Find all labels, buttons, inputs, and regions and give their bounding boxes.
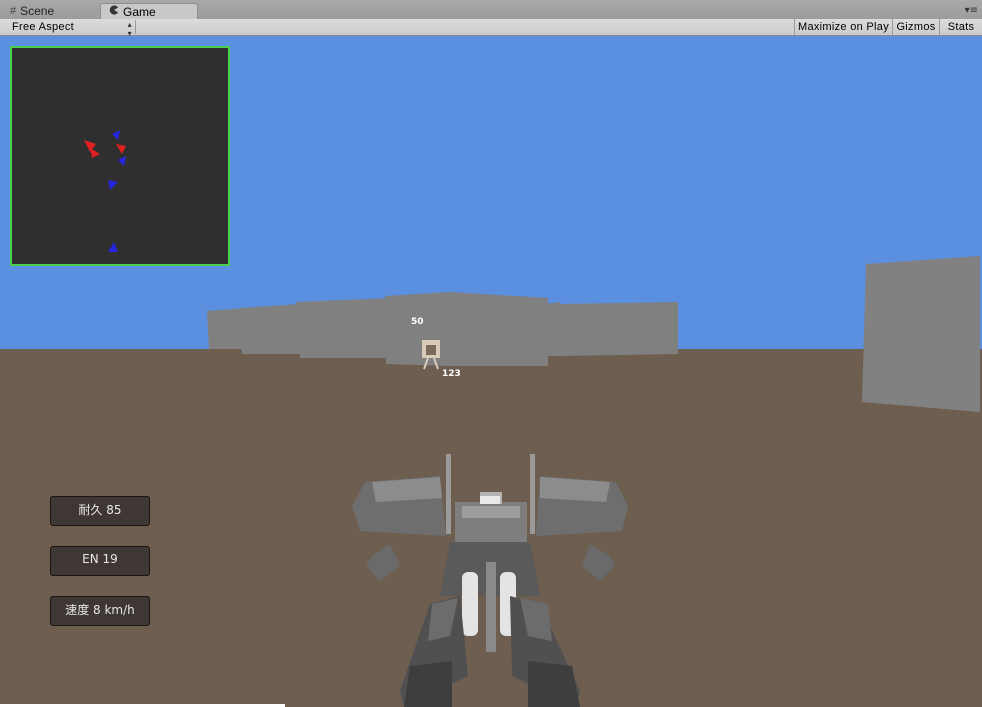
grid-icon: #	[10, 5, 17, 17]
aspect-dropdown[interactable]: Free Aspect ▴ ▾	[6, 20, 136, 38]
target-number-upper: 50	[411, 317, 424, 327]
enemy-marker-icon	[84, 140, 96, 152]
target-number-lower: 123	[442, 369, 461, 379]
near-wall-block	[862, 256, 980, 412]
ally-marker-icon	[118, 156, 126, 166]
energy-label: EN 19	[50, 546, 150, 576]
maximize-on-play-button[interactable]: Maximize on Play	[794, 19, 892, 35]
player-mech	[352, 454, 628, 707]
tab-scene[interactable]: # Scene	[2, 3, 98, 19]
ally-marker-icon	[112, 130, 120, 140]
ally-marker-icon	[108, 242, 118, 252]
tab-game-label: Game	[123, 4, 156, 19]
distant-walls	[207, 292, 678, 366]
panel-menu-icon[interactable]: ▾≡	[965, 5, 978, 16]
pacman-icon	[109, 5, 119, 18]
stats-button[interactable]: Stats	[939, 19, 982, 35]
minimap	[10, 46, 230, 266]
durability-label: 耐久 85	[50, 496, 150, 526]
tab-scene-label: Scene	[20, 4, 55, 18]
gizmos-button[interactable]: Gizmos	[892, 19, 939, 35]
minimap-markers	[84, 130, 126, 252]
game-viewport[interactable]: 50 123 耐久 85 EN 19 速度 8 km/h	[0, 36, 982, 707]
aspect-dropdown-value: Free Aspect	[12, 21, 74, 33]
speed-label: 速度 8 km/h	[50, 596, 150, 626]
game-toolbar: Free Aspect ▴ ▾ Maximize on Play Gizmos S…	[0, 19, 982, 38]
enemy-marker-icon	[116, 144, 126, 154]
tab-game[interactable]: Game	[100, 3, 198, 19]
enemy-marker-icon	[90, 148, 100, 158]
editor-tab-strip: # Scene Game ▾≡	[0, 0, 982, 20]
ally-marker-icon	[108, 180, 118, 190]
